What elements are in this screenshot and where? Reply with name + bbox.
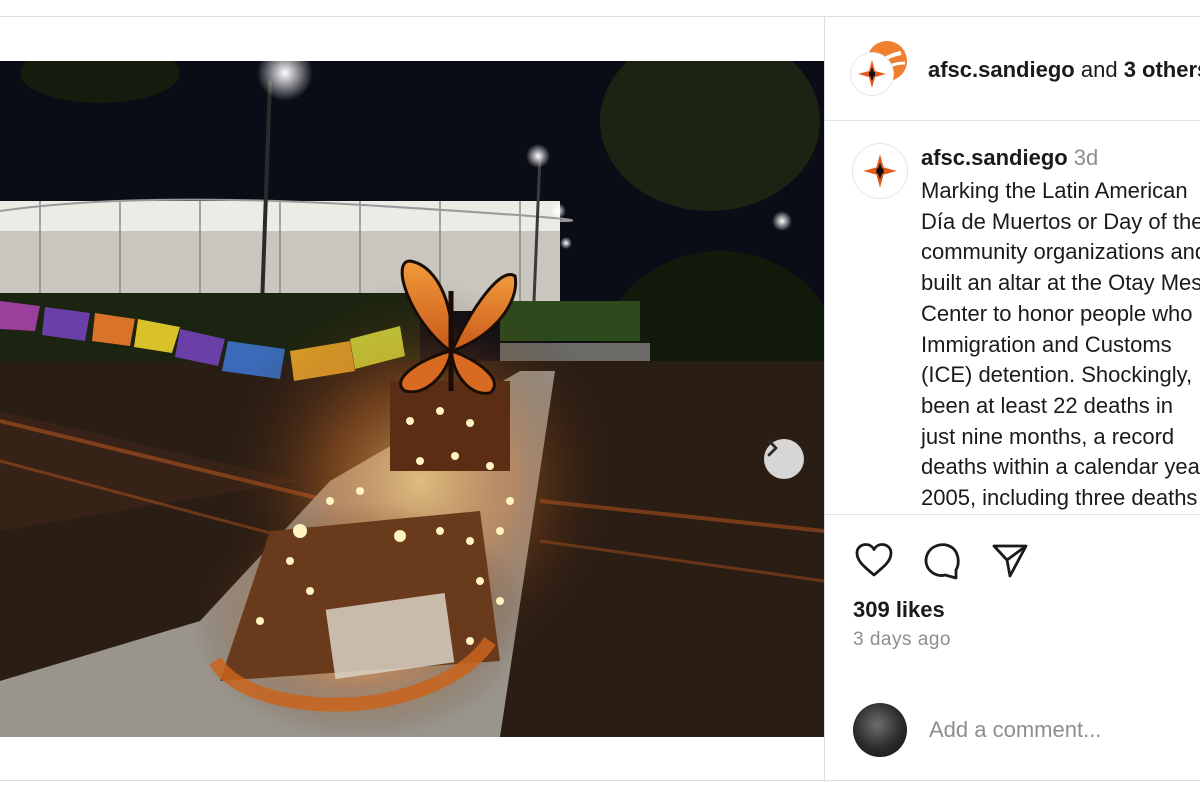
- likes-count[interactable]: 309 likes: [853, 597, 945, 623]
- caption-section: afsc.sandiego 3d Marking the Latin Americ…: [825, 121, 1200, 515]
- caption-line: community organizations and: [921, 239, 1200, 265]
- caption-line: Center to honor people who: [921, 300, 1193, 326]
- post-dialog: afsc.sandiego and 3 others afsc.sandiego…: [0, 16, 1200, 782]
- send-icon: [992, 544, 1028, 578]
- caption-line: 2005, including three deaths: [921, 485, 1198, 511]
- caption-timestamp[interactable]: 3d: [1074, 145, 1098, 170]
- comment-icon: [924, 543, 960, 580]
- post-header: afsc.sandiego and 3 others: [825, 17, 1200, 121]
- post-date: 3 days ago: [853, 629, 951, 650]
- heart-icon: [855, 543, 893, 577]
- post-photo: [0, 61, 824, 737]
- caption-avatar[interactable]: [853, 144, 907, 198]
- caption-line: Marking the Latin American: [921, 178, 1188, 203]
- caption-line: just nine months, a record: [921, 423, 1175, 449]
- caption-line: deaths within a calendar year: [921, 454, 1200, 480]
- caption-line: been at least 22 deaths in: [921, 392, 1173, 418]
- post-media: [0, 61, 824, 737]
- collab-avatars[interactable]: [851, 41, 911, 101]
- comment-input[interactable]: [929, 715, 1199, 745]
- caption-line: Día de Muertos or Day of the: [921, 208, 1200, 234]
- current-user-avatar: [853, 703, 907, 757]
- caption-text: Marking the Latin American Día de Muerto…: [921, 176, 1200, 514]
- comment-button[interactable]: [921, 539, 963, 581]
- caption-line: (ICE) detention. Shockingly,: [921, 362, 1193, 388]
- header-username[interactable]: afsc.sandiego: [928, 57, 1075, 82]
- caption-line: Immigration and Customs: [921, 331, 1172, 357]
- like-button[interactable]: [853, 539, 895, 581]
- comment-composer: [853, 703, 1200, 759]
- afsc-avatar: [851, 53, 893, 95]
- carousel-next-button[interactable]: [764, 439, 804, 479]
- afsc-star-logo-icon: [863, 154, 897, 188]
- caption-line: built an altar at the Otay Mesa: [921, 270, 1200, 296]
- chevron-right-icon: [767, 439, 778, 457]
- post-side-panel: afsc.sandiego and 3 others afsc.sandiego…: [824, 17, 1200, 782]
- post-authors: afsc.sandiego and 3 others: [928, 57, 1200, 83]
- caption-header: afsc.sandiego 3d: [921, 145, 1098, 171]
- post-actions: [853, 539, 1031, 581]
- share-button[interactable]: [989, 539, 1031, 581]
- caption-username[interactable]: afsc.sandiego: [921, 145, 1068, 170]
- header-others-link[interactable]: 3 others: [1124, 57, 1200, 82]
- header-conjunction: and: [1080, 57, 1118, 82]
- afsc-star-logo-icon: [858, 60, 886, 88]
